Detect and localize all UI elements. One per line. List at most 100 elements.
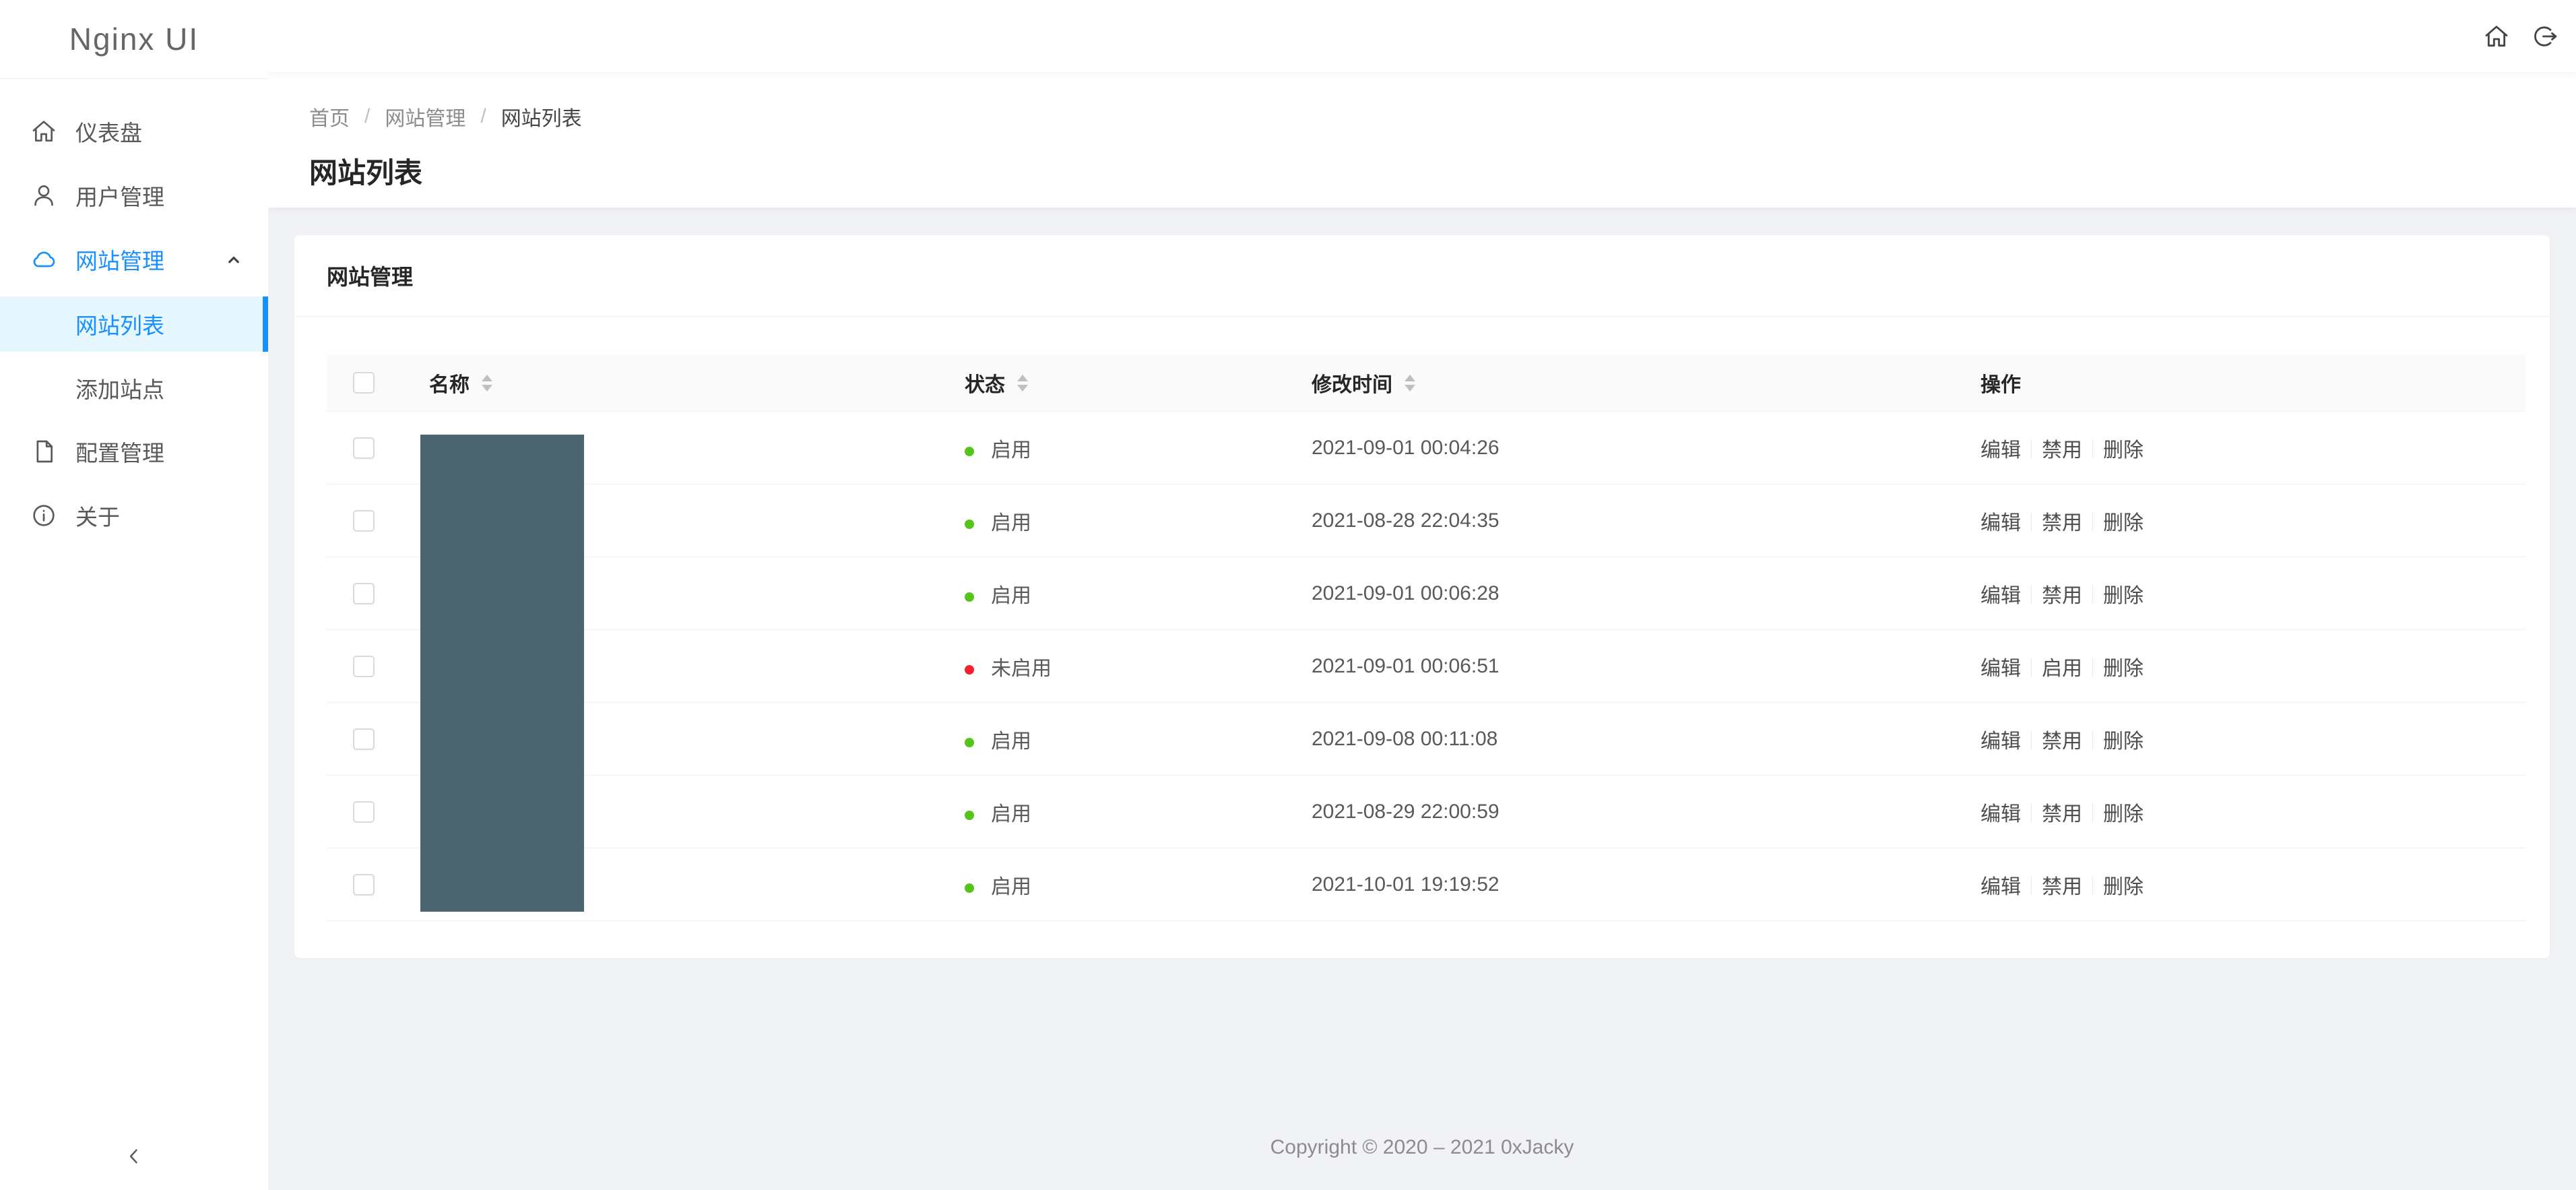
status-cell: 启用 xyxy=(965,870,1312,900)
status-label: 启用 xyxy=(991,512,1031,534)
edit-action[interactable]: 编辑 xyxy=(1981,876,2021,898)
delete-action[interactable]: 删除 xyxy=(2103,803,2144,825)
action-divider xyxy=(2092,804,2093,823)
sidebar-item-website-list[interactable]: 网站列表 xyxy=(0,296,268,352)
breadcrumb-separator: / xyxy=(364,105,370,128)
sidebar-item-users[interactable]: 用户管理 xyxy=(0,168,268,222)
chevron-left-icon xyxy=(123,1145,146,1168)
toggle-status-action[interactable]: 禁用 xyxy=(2042,439,2082,462)
actions-cell: 编辑禁用删除 xyxy=(1981,506,2525,536)
sidebar-item-label: 网站列表 xyxy=(75,308,164,340)
sidebar-item-about[interactable]: 关于 xyxy=(0,489,268,542)
edit-action[interactable]: 编辑 xyxy=(1981,512,2021,534)
modified-time: 2021-09-08 00:11:08 xyxy=(1312,728,1981,751)
file-icon xyxy=(30,437,58,466)
table-row: 启用 2021-08-29 22:00:59 编辑禁用删除 xyxy=(327,776,2525,848)
top-header xyxy=(268,0,2576,72)
actions-cell: 编辑禁用删除 xyxy=(1981,433,2525,463)
sidebar-collapse-button[interactable] xyxy=(0,1136,268,1177)
page-title: 网站列表 xyxy=(309,150,2576,191)
sidebar-item-label: 配置管理 xyxy=(75,435,164,468)
actions-cell: 编辑启用删除 xyxy=(1981,652,2525,681)
select-all-checkbox[interactable] xyxy=(353,372,375,394)
modified-time: 2021-08-29 22:00:59 xyxy=(1312,801,1981,823)
status-cell: 启用 xyxy=(965,579,1312,608)
home-icon[interactable] xyxy=(2483,23,2510,50)
column-header-status[interactable]: 状态 xyxy=(965,368,1312,398)
toggle-status-action[interactable]: 禁用 xyxy=(2042,512,2082,534)
status-label: 启用 xyxy=(991,439,1031,462)
toggle-status-action[interactable]: 禁用 xyxy=(2042,585,2082,607)
row-checkbox[interactable] xyxy=(353,583,375,604)
edit-action[interactable]: 编辑 xyxy=(1981,439,2021,462)
breadcrumb-website-management[interactable]: 网站管理 xyxy=(385,102,465,131)
delete-action[interactable]: 删除 xyxy=(2103,585,2144,607)
home-icon xyxy=(30,117,58,146)
actions-cell: 编辑禁用删除 xyxy=(1981,797,2525,827)
delete-action[interactable]: 删除 xyxy=(2103,439,2144,462)
status-label: 启用 xyxy=(991,730,1031,753)
column-header-name[interactable]: 名称 xyxy=(401,368,965,398)
row-checkbox-cell xyxy=(327,583,401,604)
row-checkbox[interactable] xyxy=(353,728,375,750)
action-divider xyxy=(2031,513,2032,532)
column-header-modified-time[interactable]: 修改时间 xyxy=(1312,368,1981,398)
status-cell: 启用 xyxy=(965,724,1312,754)
actions-cell: 编辑禁用删除 xyxy=(1981,724,2525,754)
row-checkbox[interactable] xyxy=(353,437,375,459)
sites-table: 名称 状态 xyxy=(327,354,2525,921)
toggle-status-action[interactable]: 禁用 xyxy=(2042,803,2082,825)
action-divider xyxy=(2031,877,2032,896)
site-management-card: 网站管理 名称 xyxy=(294,235,2550,958)
row-checkbox-cell xyxy=(327,874,401,896)
modified-time: 2021-08-28 22:04:35 xyxy=(1312,509,1981,532)
toggle-status-action[interactable]: 禁用 xyxy=(2042,876,2082,898)
table-header-row: 名称 状态 xyxy=(327,354,2525,412)
row-checkbox[interactable] xyxy=(353,656,375,677)
row-checkbox-cell xyxy=(327,801,401,823)
info-icon xyxy=(30,501,58,530)
header-actions xyxy=(2483,0,2558,72)
breadcrumb-separator: / xyxy=(480,105,486,128)
actions-cell: 编辑禁用删除 xyxy=(1981,870,2525,900)
sidebar-item-label: 用户管理 xyxy=(75,179,164,212)
row-checkbox[interactable] xyxy=(353,874,375,896)
delete-action[interactable]: 删除 xyxy=(2103,658,2144,680)
status-cell: 启用 xyxy=(965,797,1312,827)
action-divider xyxy=(2092,513,2093,532)
delete-action[interactable]: 删除 xyxy=(2103,512,2144,534)
edit-action[interactable]: 编辑 xyxy=(1981,730,2021,753)
row-checkbox-cell xyxy=(327,656,401,677)
status-label: 启用 xyxy=(991,803,1031,825)
column-label: 修改时间 xyxy=(1312,368,1392,398)
sidebar-item-config-management[interactable]: 配置管理 xyxy=(0,425,268,478)
logout-icon[interactable] xyxy=(2532,23,2558,50)
sidebar-item-website-management[interactable]: 网站管理 xyxy=(0,232,268,286)
row-checkbox[interactable] xyxy=(353,801,375,823)
delete-action[interactable]: 删除 xyxy=(2103,730,2144,753)
sort-carets-icon xyxy=(1017,375,1028,392)
main-area: 首页 / 网站管理 / 网站列表 网站列表 网站管理 xyxy=(268,0,2576,1190)
row-checkbox-cell xyxy=(327,728,401,750)
delete-action[interactable]: 删除 xyxy=(2103,876,2144,898)
breadcrumb-home[interactable]: 首页 xyxy=(309,102,350,131)
sidebar-item-add-site[interactable]: 添加站点 xyxy=(0,361,268,416)
app-root: Nginx UI 仪表盘 用户管理 xyxy=(0,0,2576,1190)
card-header: 网站管理 xyxy=(294,235,2550,317)
toggle-status-action[interactable]: 禁用 xyxy=(2042,730,2082,753)
edit-action[interactable]: 编辑 xyxy=(1981,658,2021,680)
sort-carets-icon xyxy=(1405,375,1415,392)
table-row: 启用 2021-09-01 00:04:26 编辑禁用删除 xyxy=(327,412,2525,484)
row-checkbox-cell xyxy=(327,437,401,459)
row-checkbox[interactable] xyxy=(353,510,375,532)
edit-action[interactable]: 编辑 xyxy=(1981,803,2021,825)
sidebar: Nginx UI 仪表盘 用户管理 xyxy=(0,0,268,1190)
action-divider xyxy=(2031,440,2032,459)
action-divider xyxy=(2092,586,2093,604)
status-label: 启用 xyxy=(991,876,1031,898)
edit-action[interactable]: 编辑 xyxy=(1981,585,2021,607)
toggle-status-action[interactable]: 启用 xyxy=(2042,658,2082,680)
table-row: 启用 2021-10-01 19:19:52 编辑禁用删除 xyxy=(327,848,2525,921)
sidebar-item-dashboard[interactable]: 仪表盘 xyxy=(0,104,268,158)
action-divider xyxy=(2092,658,2093,677)
